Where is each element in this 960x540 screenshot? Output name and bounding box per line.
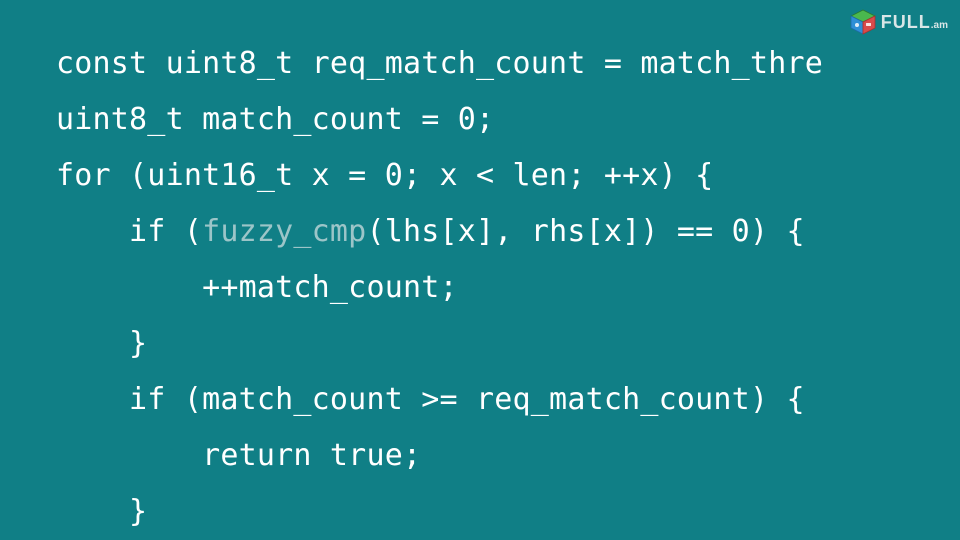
code-line: const uint8_t req_match_count = match_th…	[56, 36, 823, 92]
code-token: return true;	[56, 438, 421, 473]
watermark-logo: FULL.am	[849, 8, 948, 36]
code-token-dim: fuzzy_cmp	[202, 214, 366, 249]
code-token: const uint8_t req_match_count = match_th…	[56, 46, 823, 81]
code-token: }	[56, 494, 147, 529]
code-token: (lhs[x], rhs[x]) == 0) {	[366, 214, 804, 249]
logo-main-text: FULL	[881, 12, 931, 32]
code-line: ++match_count;	[56, 260, 823, 316]
code-line: if (fuzzy_cmp(lhs[x], rhs[x]) == 0) {	[56, 204, 823, 260]
code-line: uint8_t match_count = 0;	[56, 92, 823, 148]
logo-text: FULL.am	[881, 12, 948, 33]
code-token: ++match_count;	[56, 270, 458, 305]
code-token: if (match_count >= req_match_count) {	[56, 382, 805, 417]
logo-suffix: .am	[931, 20, 948, 31]
logo-cube-icon	[849, 8, 877, 36]
code-line: return true;	[56, 428, 823, 484]
code-token: uint8_t match_count = 0;	[56, 102, 494, 137]
code-token: if (	[56, 214, 202, 249]
code-line: }	[56, 316, 823, 372]
code-line: if (match_count >= req_match_count) {	[56, 372, 823, 428]
code-line: for (uint16_t x = 0; x < len; ++x) {	[56, 148, 823, 204]
code-block: const uint8_t req_match_count = match_th…	[56, 36, 823, 540]
code-line: }	[56, 484, 823, 540]
code-token: }	[56, 326, 147, 361]
code-token: for (uint16_t x = 0; x < len; ++x) {	[56, 158, 713, 193]
